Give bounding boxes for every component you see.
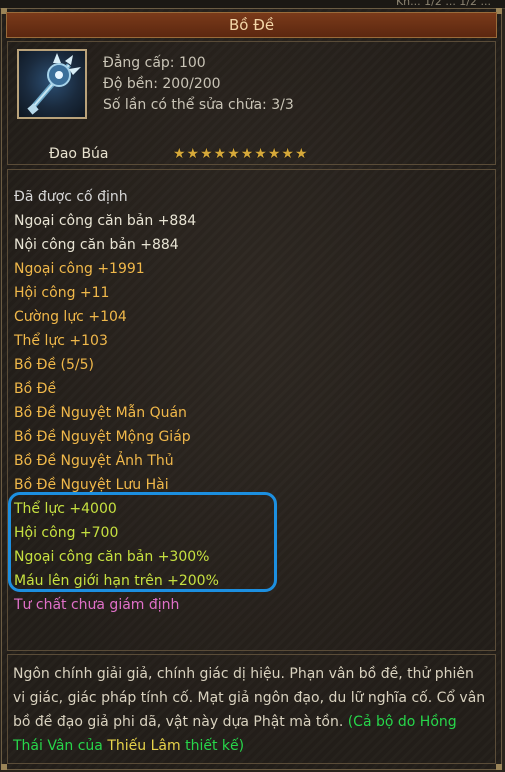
item-repair-count: Số lần có thể sửa chữa: 3/3 (103, 97, 294, 113)
item-title: Bồ Đề (228, 16, 275, 34)
frame-corner-decoration (496, 764, 502, 770)
attribute-line: Hội công +11 (14, 285, 110, 301)
set-piece: Bồ Đề Nguyệt Mẫn Quán (14, 405, 187, 421)
attribute-line: Đã được cố định (14, 189, 128, 205)
attribute-line: Ngoại công căn bản +884 (14, 213, 197, 229)
set-piece: Bồ Đề Nguyệt Mộng Giáp (14, 429, 191, 445)
attribute-line: Nội công căn bản +884 (14, 237, 179, 253)
credit-sect: Thiếu Lâm (107, 738, 181, 754)
highlight-annotation-box (8, 492, 277, 592)
attribute-line: Cường lực +104 (14, 309, 127, 325)
item-durability: Độ bền: 200/200 (103, 76, 221, 92)
trident-weapon-icon (17, 49, 87, 119)
item-tooltip: Bồ Đề Đẳng cấp: 100 Độ bền: 200/200 Số l… (1, 8, 502, 770)
weapon-class-row: Đao Búa ★★★★★★★★★★ (7, 145, 496, 165)
attribute-line: Ngoại công +1991 (14, 261, 145, 277)
attribute-line: Thể lực +103 (14, 333, 108, 349)
frame-corner-decoration (1, 764, 7, 770)
set-piece: Bồ Đề (14, 381, 57, 397)
top-strip-text: Kh... 1/2 ... 1/2 ... (395, 0, 491, 8)
set-piece: Bồ Đề Nguyệt Lưu Hài (14, 477, 169, 493)
title-bar: Bồ Đề (6, 12, 497, 38)
description-text: Ngôn chính giải giả, chính giác dị hiệu.… (13, 662, 489, 758)
item-description: Ngôn chính giải giả, chính giác dị hiệu.… (7, 654, 496, 764)
credit-suffix: thiết kế) (180, 738, 245, 754)
weapon-class: Đao Búa (49, 146, 109, 162)
aptitude-status: Tư chất chưa giám định (14, 597, 180, 613)
attribute-list: Đã được cố định Ngoại công căn bản +884 … (7, 169, 496, 651)
set-bonus-title: Bồ Đề (5/5) (14, 357, 94, 373)
star-rating: ★★★★★★★★★★ (173, 146, 309, 162)
set-piece: Bồ Đề Nguyệt Ảnh Thủ (14, 453, 174, 469)
item-level: Đẳng cấp: 100 (103, 55, 206, 71)
